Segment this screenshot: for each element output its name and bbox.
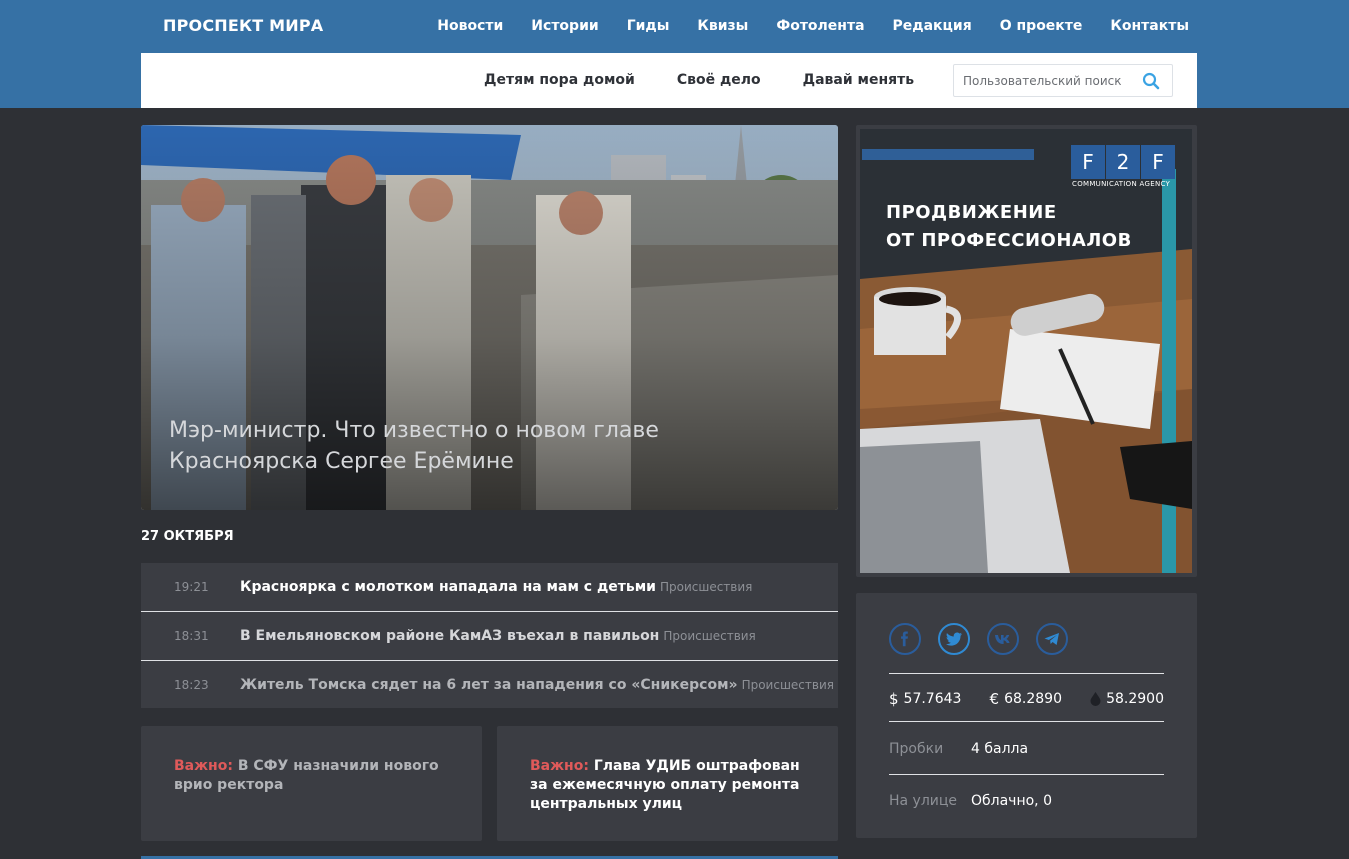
sub-header: Детям пора домой Своё дело Давай менять bbox=[141, 53, 1197, 108]
ad-brand-subtitle: COMMUNICATION AGENCY bbox=[1072, 180, 1171, 188]
news-title[interactable]: В Емельяновском районе КамАЗ въехал в па… bbox=[240, 628, 756, 644]
news-list: 19:21 Красноярка с молотком нападала на … bbox=[141, 563, 838, 708]
important-card[interactable]: Важно: В СФУ назначили нового врио ректо… bbox=[141, 726, 482, 841]
hero-title[interactable]: Мэр-министр. Что известно о новом главе … bbox=[169, 415, 729, 477]
news-title-text[interactable]: Красноярка с молотком нападала на мам с … bbox=[240, 579, 656, 595]
news-title[interactable]: Житель Томска сядет на 6 лет за нападени… bbox=[240, 677, 834, 693]
weather-row: На улице Облачно, 0 bbox=[889, 793, 1052, 809]
rate-oil: 58.2900 bbox=[1090, 690, 1164, 708]
telegram-icon[interactable] bbox=[1036, 623, 1068, 655]
ad-brand-logo: F2F bbox=[1071, 145, 1176, 179]
dollar-icon: $ bbox=[889, 690, 899, 708]
news-title[interactable]: Красноярка с молотком нападала на мам с … bbox=[240, 579, 752, 595]
weather-label: На улице bbox=[889, 793, 958, 809]
important-text[interactable]: Важно: В СФУ назначили нового врио ректо… bbox=[174, 757, 444, 795]
facebook-icon[interactable] bbox=[889, 623, 921, 655]
divider bbox=[889, 721, 1164, 722]
ad-headline-2: ОТ ПРОФЕССИОНАЛОВ bbox=[886, 230, 1132, 251]
vk-icon[interactable] bbox=[987, 623, 1019, 655]
ad-image bbox=[860, 129, 1192, 573]
main-nav: Новости Истории Гиды Квизы Фотолента Ред… bbox=[409, 18, 1189, 34]
brand-letter: F bbox=[1141, 145, 1175, 179]
weather-value: Облачно, 0 bbox=[971, 793, 1052, 809]
divider bbox=[889, 673, 1164, 674]
news-time: 18:31 bbox=[174, 629, 209, 643]
traffic-row: Пробки 4 балла bbox=[889, 741, 1028, 757]
important-text[interactable]: Важно: Глава УДИБ оштрафован за ежемесяч… bbox=[530, 757, 800, 814]
news-title-text[interactable]: В Емельяновском районе КамАЗ въехал в па… bbox=[240, 628, 659, 644]
nav-item-quizzes[interactable]: Квизы bbox=[697, 18, 748, 34]
nav-item-photos[interactable]: Фотолента bbox=[776, 18, 864, 34]
news-title-text[interactable]: Житель Томска сядет на 6 лет за нападени… bbox=[240, 677, 738, 693]
brand-letter: 2 bbox=[1106, 145, 1140, 179]
traffic-label: Пробки bbox=[889, 741, 944, 757]
traffic-value: 4 балла bbox=[971, 741, 1029, 757]
list-item[interactable]: 18:31 В Емельяновском районе КамАЗ въеха… bbox=[141, 612, 838, 661]
divider bbox=[889, 774, 1164, 775]
social-links bbox=[889, 623, 1085, 655]
list-item[interactable]: 18:23 Житель Томска сядет на 6 лет за на… bbox=[141, 661, 838, 708]
rate-value: 58.2900 bbox=[1106, 691, 1164, 707]
important-label: Важно: bbox=[174, 758, 233, 774]
news-category[interactable]: Происшествия bbox=[660, 580, 752, 594]
sub-nav: Детям пора домой Своё дело Давай менять bbox=[484, 72, 956, 88]
nav-item-contacts[interactable]: Контакты bbox=[1110, 18, 1189, 34]
rate-value: 68.2890 bbox=[1004, 691, 1062, 707]
ad-headline-1: ПРОДВИЖЕНИЕ bbox=[886, 202, 1057, 223]
currency-rates: $57.7643 €68.2890 58.2900 bbox=[889, 690, 1164, 708]
nav-item-about[interactable]: О проекте bbox=[1000, 18, 1083, 34]
nav-item-news[interactable]: Новости bbox=[437, 18, 503, 34]
news-category[interactable]: Происшествия bbox=[663, 629, 755, 643]
list-item[interactable]: 19:21 Красноярка с молотком нападала на … bbox=[141, 563, 838, 612]
hero-story[interactable]: Мэр-министр. Что известно о новом главе … bbox=[141, 125, 838, 510]
euro-icon: € bbox=[989, 690, 1000, 708]
news-time: 18:23 bbox=[174, 678, 209, 692]
oil-drop-icon bbox=[1090, 692, 1101, 706]
nav-item-editorial[interactable]: Редакция bbox=[893, 18, 972, 34]
search-input[interactable] bbox=[963, 72, 1133, 90]
important-card[interactable]: Важно: Глава УДИБ оштрафован за ежемесяч… bbox=[497, 726, 838, 841]
twitter-icon[interactable] bbox=[938, 623, 970, 655]
site-logo[interactable]: ПРОСПЕКТ МИРА bbox=[163, 16, 323, 35]
subnav-item-kids[interactable]: Детям пора домой bbox=[484, 72, 635, 88]
rate-usd: $57.7643 bbox=[889, 690, 961, 708]
rate-eur: €68.2890 bbox=[990, 690, 1062, 708]
search-icon[interactable] bbox=[1142, 72, 1160, 90]
important-label: Важно: bbox=[530, 758, 589, 774]
ad-banner[interactable]: F2F COMMUNICATION AGENCY ПРОДВИЖЕНИЕ ОТ … bbox=[856, 125, 1197, 577]
news-time: 19:21 bbox=[174, 580, 209, 594]
feed-date: 27 ОКТЯБРЯ bbox=[141, 529, 234, 544]
nav-item-stories[interactable]: Истории bbox=[531, 18, 598, 34]
news-category[interactable]: Происшествия bbox=[742, 678, 834, 692]
rate-value: 57.7643 bbox=[903, 691, 962, 707]
subnav-item-business[interactable]: Своё дело bbox=[677, 72, 761, 88]
subnav-item-change[interactable]: Давай менять bbox=[803, 72, 914, 88]
brand-letter: F bbox=[1071, 145, 1105, 179]
nav-item-guides[interactable]: Гиды bbox=[627, 18, 670, 34]
search-box bbox=[953, 64, 1173, 97]
info-widget: $57.7643 €68.2890 58.2900 Пробки 4 балла … bbox=[856, 593, 1197, 838]
